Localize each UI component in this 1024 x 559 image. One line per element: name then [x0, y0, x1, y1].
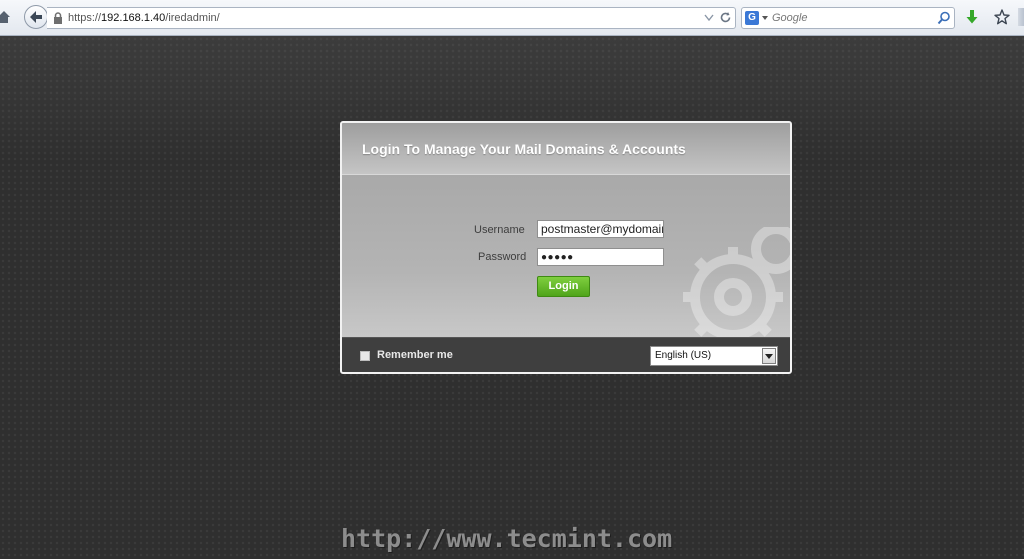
remember-me-checkbox[interactable] — [360, 351, 370, 361]
select-arrow-button[interactable] — [762, 348, 776, 364]
home-icon[interactable] — [0, 9, 12, 25]
login-panel: Login To Manage Your Mail Domains & Acco… — [340, 121, 792, 374]
magnifier-icon[interactable] — [937, 11, 951, 25]
back-button[interactable] — [24, 5, 48, 29]
login-body: Username postmaster@mydomain Password ●●… — [342, 175, 790, 339]
search-engine-icon[interactable]: G — [745, 11, 759, 25]
login-footer: Remember me English (US) — [342, 337, 790, 372]
url-bar[interactable]: https://192.168.1.40/iredadmin/ — [47, 7, 736, 29]
lock-icon — [54, 12, 62, 24]
login-button[interactable]: Login — [537, 276, 590, 297]
gears-icon — [683, 227, 790, 339]
search-bar[interactable]: G Google — [741, 7, 955, 29]
remember-me-label[interactable]: Remember me — [377, 349, 453, 361]
search-engine-caret-icon[interactable] — [762, 16, 768, 20]
menu-button[interactable] — [1018, 8, 1024, 26]
username-label: Username — [474, 224, 525, 236]
bookmark-star-icon[interactable] — [994, 9, 1010, 25]
url-text: https://192.168.1.40/iredadmin/ — [68, 12, 220, 24]
password-field[interactable]: ●●●●● — [537, 248, 664, 266]
language-selected-value: English (US) — [655, 350, 712, 361]
download-arrow-icon[interactable] — [966, 10, 978, 24]
search-placeholder: Google — [772, 12, 808, 24]
login-title: Login To Manage Your Mail Domains & Acco… — [362, 141, 686, 157]
reload-icon[interactable] — [719, 11, 732, 24]
watermark: http://www.tecmint.com — [341, 524, 673, 553]
browser-toolbar: https://192.168.1.40/iredadmin/ G Google — [0, 0, 1024, 36]
url-dropdown-icon[interactable] — [704, 14, 714, 21]
chevron-down-icon — [765, 354, 773, 359]
username-field[interactable]: postmaster@mydomain — [537, 220, 664, 238]
password-label: Password — [478, 251, 527, 263]
language-select[interactable]: English (US) — [650, 346, 778, 366]
login-header: Login To Manage Your Mail Domains & Acco… — [342, 123, 790, 175]
back-arrow-icon — [30, 11, 42, 23]
